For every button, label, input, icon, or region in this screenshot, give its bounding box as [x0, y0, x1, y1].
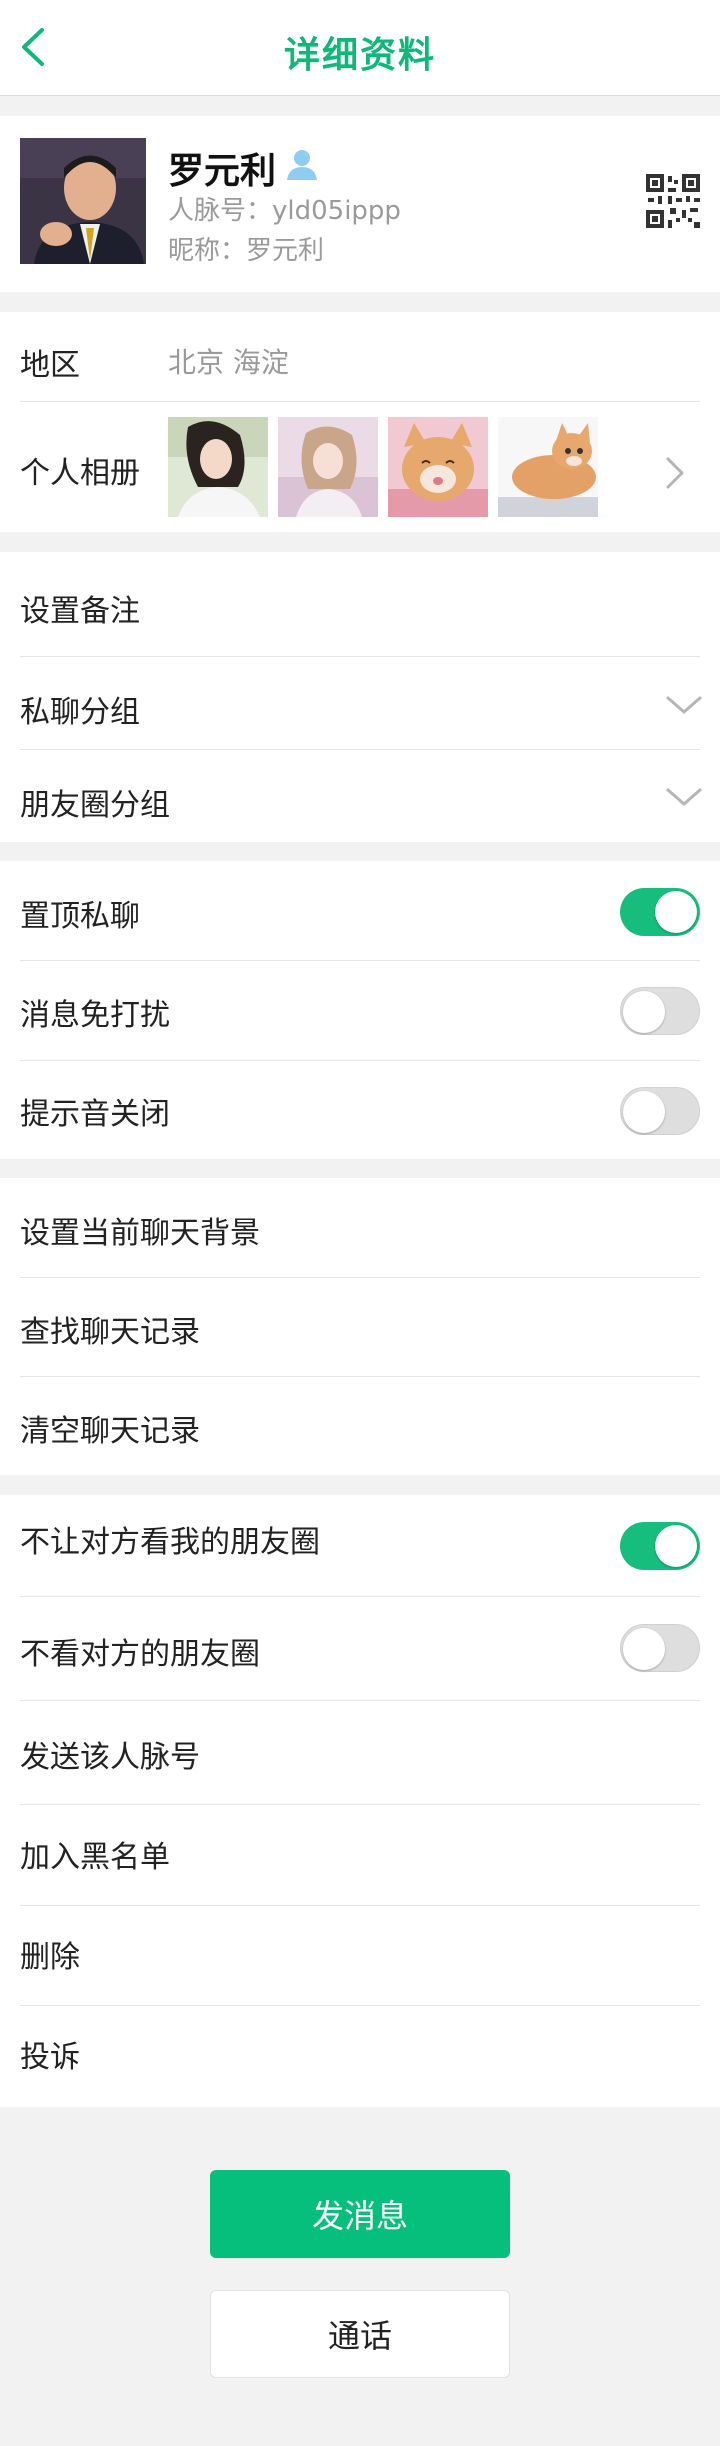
chevron-down-icon[interactable]	[664, 784, 704, 810]
album-photo[interactable]	[498, 417, 598, 517]
set-remark[interactable]: 设置备注	[20, 586, 140, 630]
avatar[interactable]	[20, 138, 146, 264]
call-button[interactable]: 通话	[210, 2290, 510, 2378]
hide-moments-label: 不看对方的朋友圈	[20, 1637, 260, 1672]
divider	[20, 401, 700, 402]
divider	[20, 1700, 700, 1701]
region-label: 地区	[20, 348, 80, 383]
chat-toggles: 置顶私聊 消息免打扰 提示音关闭	[0, 861, 720, 1159]
divider	[20, 1596, 700, 1597]
search-history[interactable]: 查找聊天记录	[20, 1307, 200, 1351]
top-bar: 详细资料	[0, 0, 720, 96]
chat-history-settings: 设置当前聊天背景 查找聊天记录 清空聊天记录	[0, 1178, 720, 1475]
block-moments-toggle[interactable]	[620, 1522, 700, 1570]
divider	[20, 2005, 700, 2006]
privacy-settings: 不让对方看我的朋友圈 不看对方的朋友圈 发送该人脉号 加入黑名单 删除 投诉	[0, 1495, 720, 2107]
chat-background[interactable]: 设置当前聊天背景	[20, 1208, 260, 1252]
private-chat-group[interactable]: 私聊分组	[20, 687, 140, 731]
user-icon	[287, 150, 317, 180]
divider	[20, 1277, 700, 1278]
qr-code-icon[interactable]	[646, 174, 700, 228]
pin-chat-toggle[interactable]	[620, 888, 700, 936]
page-title: 详细资料	[283, 35, 436, 76]
album-photo[interactable]	[168, 417, 268, 517]
info-section: 地区 北京 海淀 个人相册	[0, 312, 720, 532]
send-contact-card[interactable]: 发送该人脉号	[20, 1732, 200, 1776]
region-value: 北京 海淀	[168, 346, 289, 379]
pin-chat-label: 置顶私聊	[20, 899, 140, 934]
sound-off-label: 提示音关闭	[20, 1097, 170, 1132]
send-message-button[interactable]: 发消息	[210, 2170, 510, 2258]
divider	[20, 749, 700, 750]
moments-group[interactable]: 朋友圈分组	[20, 780, 170, 824]
mute-label: 消息免打扰	[20, 998, 170, 1033]
sound-off-toggle[interactable]	[620, 1087, 700, 1135]
profile-card[interactable]: 罗元利 人脉号：yld05ippp 昵称：罗元利	[0, 116, 720, 292]
nickname: 昵称：罗元利	[168, 236, 325, 266]
add-to-blacklist[interactable]: 加入黑名单	[20, 1832, 170, 1876]
divider	[20, 1376, 700, 1377]
hide-moments-toggle[interactable]	[620, 1624, 700, 1672]
block-moments-label: 不让对方看我的朋友圈	[20, 1525, 320, 1560]
divider	[20, 1804, 700, 1805]
group-settings: 设置备注 私聊分组 朋友圈分组	[0, 552, 720, 842]
divider	[20, 1905, 700, 1906]
report-contact[interactable]: 投诉	[20, 2032, 80, 2076]
clear-history[interactable]: 清空聊天记录	[20, 1406, 200, 1450]
divider	[20, 1060, 700, 1061]
account-id: 人脉号：yld05ippp	[168, 196, 401, 226]
chevron-right-icon	[666, 457, 684, 489]
profile-name: 罗元利	[168, 151, 277, 192]
chevron-down-icon[interactable]	[664, 692, 704, 718]
mute-toggle[interactable]	[620, 987, 700, 1035]
album-photo[interactable]	[278, 417, 378, 517]
divider	[20, 656, 700, 657]
album-label: 个人相册	[20, 456, 140, 491]
album-photo[interactable]	[388, 417, 488, 517]
divider	[20, 960, 700, 961]
delete-contact[interactable]: 删除	[20, 1932, 80, 1976]
